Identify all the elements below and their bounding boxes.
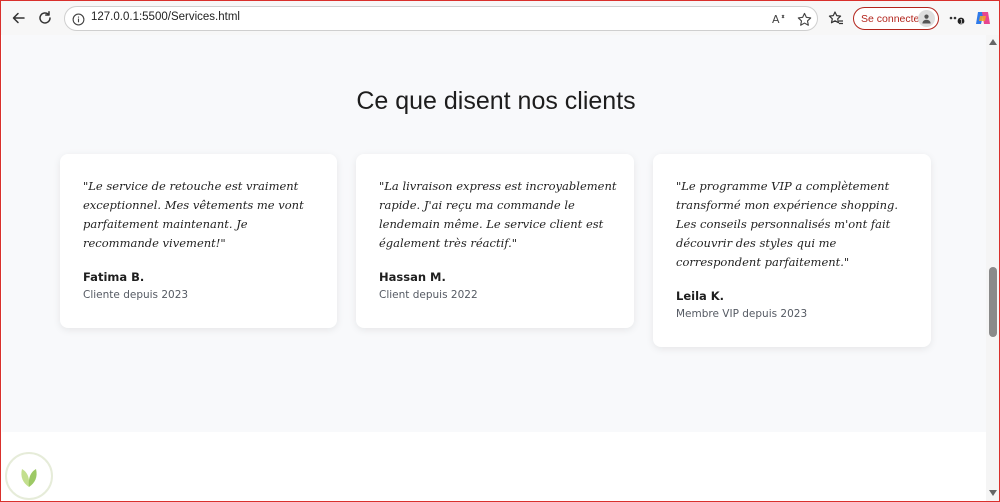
testimonial-quote: "Le service de retouche est vraiment exc… [83, 179, 304, 250]
scroll-down-arrow-icon[interactable] [989, 490, 997, 496]
scroll-thumb[interactable] [989, 267, 997, 337]
url-host: 127.0.0.1 [91, 11, 139, 23]
favorites-icon[interactable] [827, 9, 845, 27]
more-icon[interactable]: 1 [948, 9, 966, 27]
testimonial-card: "Le programme VIP a complètement transfo… [653, 154, 931, 347]
testimonial-since: Membre VIP depuis 2023 [676, 308, 808, 320]
page-viewport: Ce que disent nos clients "Le service de… [2, 35, 986, 501]
url-path: :5500/Services.html [138, 11, 240, 23]
star-icon[interactable] [795, 10, 813, 28]
testimonial-since: Client depuis 2022 [379, 289, 478, 301]
info-icon[interactable] [71, 12, 85, 26]
address-bar[interactable]: 127.0.0.1:5500/Services.html A [64, 6, 818, 31]
signin-label: Se connecter [861, 12, 923, 25]
testimonial-quote: "Le programme VIP a complètement transfo… [676, 179, 899, 269]
svg-text:A: A [772, 13, 780, 26]
testimonial-card: "Le service de retouche est vraiment exc… [60, 154, 337, 328]
browser-toolbar: 127.0.0.1:5500/Services.html A Se connec… [1, 1, 999, 35]
testimonial-card: "La livraison express est incroyablement… [356, 154, 634, 328]
scroll-up-arrow-icon[interactable] [989, 39, 997, 45]
copilot-icon[interactable] [973, 8, 993, 28]
testimonial-author: Fatima B. [83, 270, 145, 284]
testimonial-since: Cliente depuis 2023 [83, 289, 189, 301]
svg-text:1: 1 [960, 18, 964, 25]
read-aloud-icon[interactable]: A [771, 10, 789, 28]
signin-button[interactable]: Se connecter [853, 7, 939, 30]
back-arrow-icon[interactable] [8, 7, 30, 29]
vertical-scrollbar[interactable] [986, 35, 999, 501]
testimonial-author: Leila K. [676, 289, 725, 303]
url-text[interactable]: 127.0.0.1:5500/Services.html [91, 11, 240, 23]
testimonial-quote: "La livraison express est incroyablement… [379, 179, 617, 250]
profile-icon [918, 10, 935, 27]
screen-frame: 127.0.0.1:5500/Services.html A Se connec… [0, 0, 1000, 502]
testimonials-section: Ce que disent nos clients "Le service de… [2, 35, 986, 432]
leaf-logo-icon [5, 452, 53, 500]
reload-icon[interactable] [34, 7, 56, 29]
testimonial-author: Hassan M. [379, 270, 446, 284]
section-title: Ce que disent nos clients [356, 87, 636, 115]
